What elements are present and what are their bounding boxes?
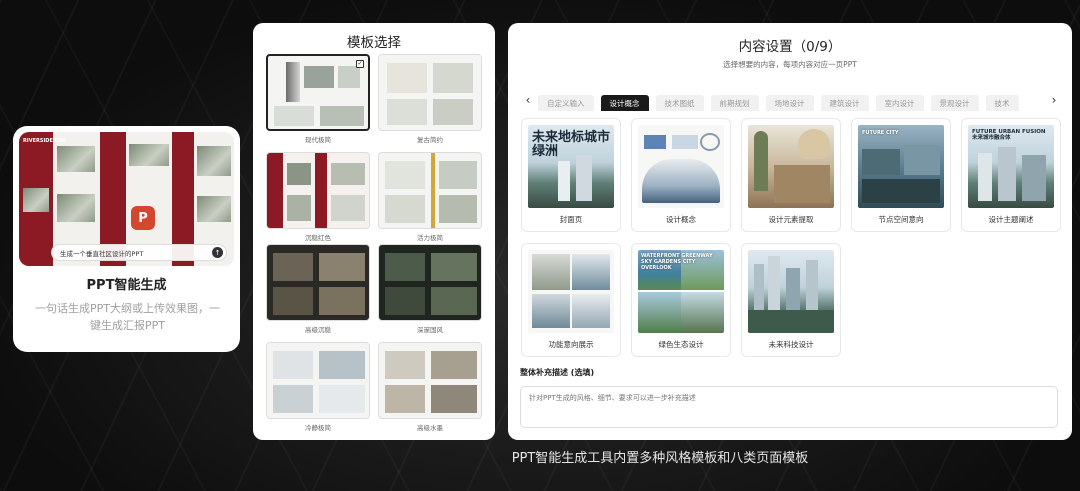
card-overlay-text: 未来地标城市绿洲 xyxy=(532,130,611,159)
content-card[interactable]: FUTURE URBAN FUSION 未来城市融合体 设计主题阐述 xyxy=(961,118,1061,232)
content-settings-panel: 内容设置（0/9） 选择想要的内容，每项内容对应一页PPT ‹ 自定义输入 设计概… xyxy=(508,23,1072,440)
ppt-generator-card[interactable]: RIVERSIDE ONE P 生成一个垂直社区设计的PPT ↑ PPT智能生成… xyxy=(13,126,240,352)
card-overlay-text: FUTURE URBAN FUSION 未来城市融合体 xyxy=(972,129,1046,141)
content-card[interactable]: 设计元素提取 xyxy=(741,118,841,232)
template-label: 高级水墨 xyxy=(417,424,443,432)
prompt-input-preview: 生成一个垂直社区设计的PPT ↑ xyxy=(51,244,227,261)
template-label: 高级沉稳 xyxy=(305,326,331,334)
card-label: 节点空间意向 xyxy=(878,215,924,224)
description-label: 整体补充描述 (选填) xyxy=(520,368,595,377)
card-overlay-text: FUTURE CITY xyxy=(862,130,899,136)
tab-architecture-design[interactable]: 建筑设计 xyxy=(820,95,869,111)
template-label: 现代极简 xyxy=(305,136,331,144)
card-label: 未来科技设计 xyxy=(768,340,814,349)
card-label: 绿色生态设计 xyxy=(658,340,704,349)
content-card[interactable]: 设计概念 xyxy=(631,118,731,232)
tab-custom-input[interactable]: 自定义输入 xyxy=(538,95,594,111)
arrow-up-icon: ↑ xyxy=(212,247,223,258)
template-option[interactable]: 复古简约 xyxy=(378,54,482,144)
thumb-heading: RIVERSIDE ONE xyxy=(23,138,67,144)
content-card[interactable]: 功能意向展示 xyxy=(521,243,621,357)
content-card[interactable]: 未来地标城市绿洲 封面页 xyxy=(521,118,621,232)
tab-site-design[interactable]: 场地设计 xyxy=(765,95,814,111)
card-label: 设计概念 xyxy=(666,215,696,224)
card-label: 功能意向展示 xyxy=(548,340,594,349)
template-option[interactable]: 高级沉稳 xyxy=(266,244,370,334)
template-label: 冷静极简 xyxy=(305,424,331,432)
card-description: 一句话生成PPT大纲或上传效果图，一键生成汇报PPT xyxy=(35,302,220,332)
content-card[interactable]: 未来科技设计 xyxy=(741,243,841,357)
card-overlay-text: WATERFRONT GREENWAY SKY GARDENS CITY OVE… xyxy=(641,253,713,271)
tab-technical-drawings[interactable]: 技术图纸 xyxy=(655,95,704,111)
description-input[interactable] xyxy=(520,386,1058,428)
card-label: 封面页 xyxy=(559,215,583,224)
ppt-preview-thumbnail: RIVERSIDE ONE P 生成一个垂直社区设计的PPT ↑ xyxy=(19,132,234,266)
checkbox-checked-icon: ✓ xyxy=(356,60,364,68)
ppt-logo-icon: P xyxy=(131,206,155,230)
template-label: 深邃国风 xyxy=(417,326,443,334)
caption: PPT智能生成工具内置多种风格模板和八类页面模板 xyxy=(511,451,809,466)
tab-technology[interactable]: 技术 xyxy=(985,95,1019,111)
chevron-right-icon[interactable]: › xyxy=(1048,93,1060,107)
template-option[interactable]: 深邃国风 xyxy=(378,244,482,334)
prompt-text: 生成一个垂直社区设计的PPT xyxy=(60,249,144,258)
chevron-left-icon[interactable]: ‹ xyxy=(522,93,534,107)
panel-title: 模板选择 xyxy=(347,35,401,51)
template-option[interactable]: 活力极简 xyxy=(378,152,482,242)
card-label: 设计元素提取 xyxy=(768,215,814,224)
category-tabs: ‹ 自定义输入 设计概念 技术图纸 前期规划 场地设计 建筑设计 室内设计 景观设计 技术 › xyxy=(522,91,1060,111)
template-option[interactable]: 高级水墨 xyxy=(378,342,482,432)
tab-early-planning[interactable]: 前期规划 xyxy=(710,95,759,111)
tab-interior-design[interactable]: 室内设计 xyxy=(875,95,924,111)
template-label: 活力极简 xyxy=(417,234,443,242)
template-option[interactable]: 沉稳红色 xyxy=(266,152,370,242)
panel-title: 内容设置（0/9） xyxy=(738,39,842,55)
template-selection-panel: 模板选择 ✓ 现代极简 复古简约 沉稳红色 活力极简 高级沉稳 深邃国风 冷静极… xyxy=(253,23,495,440)
template-label: 沉稳红色 xyxy=(305,234,331,242)
tab-landscape-design[interactable]: 景观设计 xyxy=(930,95,979,111)
content-card[interactable]: WATERFRONT GREENWAY SKY GARDENS CITY OVE… xyxy=(631,243,731,357)
tab-design-concept[interactable]: 设计概念 xyxy=(600,95,649,111)
template-option[interactable]: 冷静极简 xyxy=(266,342,370,432)
panel-subtitle: 选择想要的内容，每项内容对应一页PPT xyxy=(723,60,857,69)
card-title: PPT智能生成 xyxy=(86,278,167,293)
template-label: 复古简约 xyxy=(417,136,443,144)
card-label: 设计主题阐述 xyxy=(988,215,1034,224)
content-card[interactable]: FUTURE CITY 节点空间意向 xyxy=(851,118,951,232)
template-option[interactable]: ✓ 现代极简 xyxy=(266,54,370,144)
